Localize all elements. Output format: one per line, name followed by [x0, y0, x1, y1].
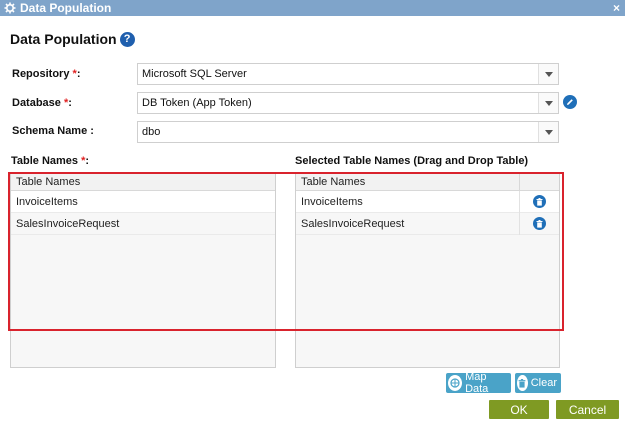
clear-label: Clear	[530, 377, 557, 389]
schema-name-label-text: Schema Name :	[12, 125, 94, 137]
cancel-button[interactable]: Cancel	[556, 400, 619, 419]
trash-icon[interactable]	[533, 217, 546, 230]
selected-table-row[interactable]: InvoiceItems	[296, 190, 559, 213]
label-suffix: :	[68, 97, 72, 109]
table-name-cell: SalesInvoiceRequest	[301, 217, 405, 230]
page-title: Data Population ?	[10, 31, 135, 47]
pencil-edit-icon[interactable]	[563, 95, 577, 109]
clear-button[interactable]: Clear	[515, 373, 561, 393]
database-label: Database *:	[12, 97, 72, 109]
map-data-label: Map Data	[465, 371, 489, 395]
repository-label: Repository *:	[12, 68, 80, 80]
available-tables-header: Table Names	[11, 173, 275, 191]
clear-icon	[517, 375, 528, 391]
close-icon[interactable]: ×	[613, 0, 620, 16]
selected-tables-list[interactable]: Table Names InvoiceItems SalesInvoiceReq…	[295, 172, 560, 368]
table-names-label: Table Names *:	[11, 155, 89, 167]
column-header-table-names: Table Names	[301, 175, 366, 188]
window-title: Data Population	[20, 1, 112, 15]
table-name-cell: InvoiceItems	[301, 195, 363, 208]
selected-table-names-label: Selected Table Names (Drag and Drop Tabl…	[295, 155, 529, 167]
table-names-label-text: Table Names	[11, 155, 79, 167]
chevron-down-icon[interactable]	[538, 93, 558, 113]
available-tables-list[interactable]: Table Names InvoiceItems SalesInvoiceReq…	[10, 172, 276, 368]
selected-tables-header: Table Names	[296, 173, 559, 191]
repository-select-value: Microsoft SQL Server	[142, 68, 247, 80]
help-icon[interactable]: ?	[119, 31, 135, 47]
window-titlebar: Data Population ×	[0, 0, 625, 16]
schema-name-select-value: dbo	[142, 126, 161, 138]
map-data-button[interactable]: Map Data	[446, 371, 511, 395]
table-name-cell: SalesInvoiceRequest	[16, 217, 120, 230]
label-suffix: :	[76, 68, 81, 80]
label-suffix: :	[85, 155, 90, 167]
gear-icon	[2, 0, 18, 16]
database-select[interactable]: DB Token (App Token)	[137, 92, 559, 114]
page-title-text: Data Population	[10, 31, 117, 47]
chevron-down-icon[interactable]	[538, 64, 558, 84]
repository-select[interactable]: Microsoft SQL Server	[137, 63, 559, 85]
row-actions-cell	[519, 212, 559, 235]
available-table-row[interactable]: InvoiceItems	[11, 191, 275, 213]
trash-icon[interactable]	[533, 195, 546, 208]
repository-label-text: Repository	[12, 68, 70, 80]
row-actions-cell	[519, 190, 559, 213]
chevron-down-icon[interactable]	[538, 122, 558, 142]
schema-name-select[interactable]: dbo	[137, 121, 559, 143]
column-header-actions	[519, 173, 559, 190]
column-header-table-names: Table Names	[16, 175, 81, 188]
database-label-text: Database	[12, 97, 61, 109]
available-table-row[interactable]: SalesInvoiceRequest	[11, 213, 275, 235]
table-name-cell: InvoiceItems	[16, 195, 78, 208]
selected-table-row[interactable]: SalesInvoiceRequest	[296, 212, 559, 235]
map-data-icon	[448, 375, 463, 391]
schema-name-label: Schema Name :	[12, 125, 94, 137]
ok-button[interactable]: OK	[489, 400, 549, 419]
database-select-value: DB Token (App Token)	[142, 97, 252, 109]
